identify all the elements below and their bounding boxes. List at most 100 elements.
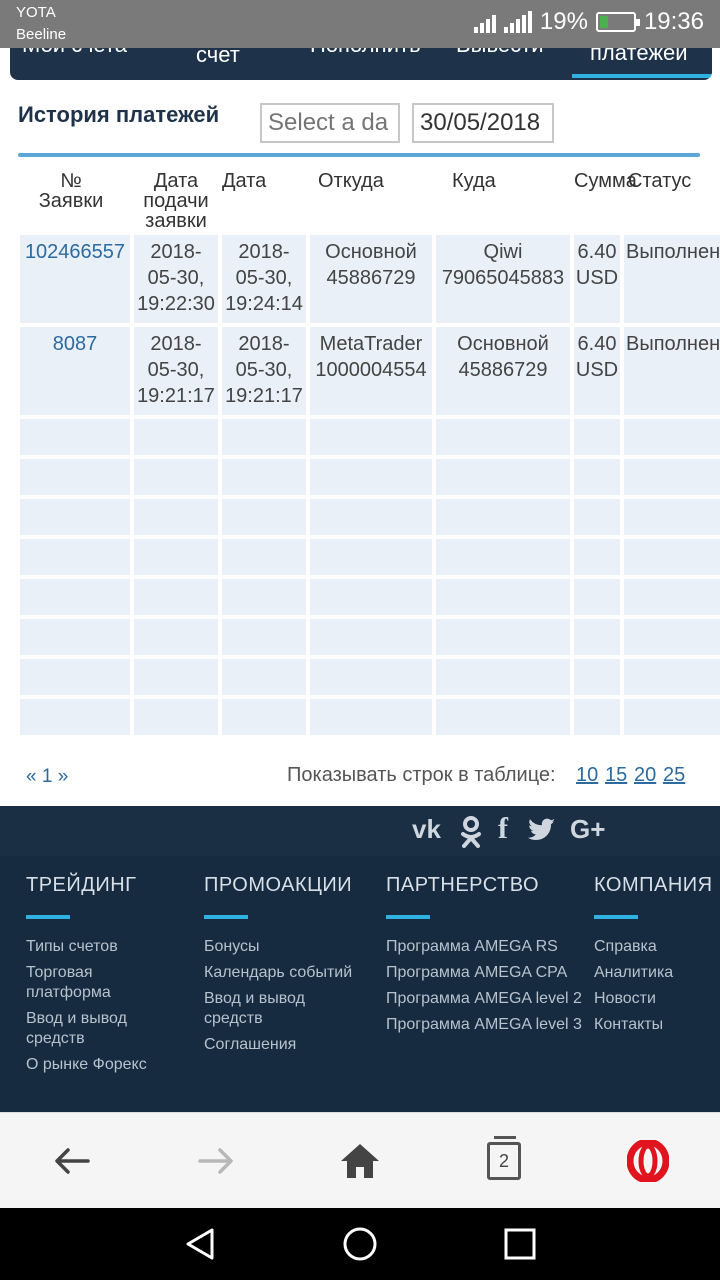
footer-heading: ТРЕЙДИНГ bbox=[26, 874, 137, 896]
footer-link[interactable]: Программа AMEGA CPA bbox=[386, 963, 584, 983]
submit-date-cell: 2018- 05-30, 19:21:17 bbox=[134, 327, 218, 415]
top-nav: Мои счета счет Пополнить Вывести платеже… bbox=[0, 48, 720, 84]
footer-link[interactable]: Программа AMEGA level 3 bbox=[386, 1015, 584, 1035]
google-plus-icon[interactable]: G+ bbox=[570, 814, 605, 845]
footer-link[interactable]: О рынке Форекс bbox=[26, 1055, 196, 1075]
home-icon[interactable] bbox=[330, 1113, 390, 1209]
tab-account[interactable]: счет bbox=[196, 48, 240, 68]
footer-link[interactable]: Календарь событий bbox=[204, 963, 379, 983]
to-cell: Основной 45886729 bbox=[436, 327, 570, 415]
col-header-from[interactable]: Откуда bbox=[310, 165, 432, 231]
status-bar: YOTA Beeline 19% 19:36 bbox=[0, 0, 720, 48]
tab-withdraw[interactable]: Вывести bbox=[456, 48, 544, 58]
to-cell: Qiwi 79065045883 bbox=[436, 235, 570, 323]
from-cell: MetaTrader 1000004554 bbox=[310, 327, 432, 415]
empty-row bbox=[20, 619, 720, 655]
status-cell: Выполнен bbox=[624, 235, 720, 323]
rows-per-page-label: Показывать строк в таблице: bbox=[287, 764, 556, 786]
battery-icon bbox=[595, 12, 640, 32]
submit-date-cell: 2018- 05-30, 19:22:30 bbox=[134, 235, 218, 323]
col-header-amount[interactable]: Сумма bbox=[574, 165, 637, 231]
footer-link[interactable]: Ввод и вывод средств bbox=[26, 1009, 156, 1049]
request-id-link[interactable]: 102466557 bbox=[25, 241, 125, 263]
empty-row bbox=[20, 499, 720, 535]
battery-percent: 19% bbox=[539, 8, 588, 35]
amount-cell: 6.40 USD bbox=[574, 327, 620, 415]
footer-heading-underline bbox=[204, 915, 248, 919]
footer-link[interactable]: Программа AMEGA level 2 bbox=[386, 989, 584, 1009]
footer-link[interactable]: Ввод и вывод средств bbox=[204, 989, 334, 1029]
browser-toolbar: 2 bbox=[0, 1112, 720, 1208]
footer-link[interactable]: Торговая платформа bbox=[26, 963, 136, 1003]
col-header-status[interactable]: Статус bbox=[624, 165, 720, 231]
footer-heading: КОМПАНИЯ bbox=[594, 874, 713, 896]
footer-col-promo: ПРОМОАКЦИИ Бонусы Календарь событий Ввод… bbox=[204, 874, 379, 1061]
opera-menu-icon[interactable] bbox=[618, 1113, 678, 1209]
table-row: 8087 2018- 05-30, 19:21:17 2018- 05-30, 19:2… bbox=[20, 327, 720, 415]
date-from-input[interactable] bbox=[260, 103, 400, 143]
nav-home-icon[interactable] bbox=[342, 1226, 378, 1262]
col-header-to[interactable]: Куда bbox=[436, 165, 570, 231]
footer-link[interactable]: Справка bbox=[594, 937, 716, 957]
footer-link[interactable]: Бонусы bbox=[204, 937, 379, 957]
status-cell: Выполнен bbox=[624, 327, 720, 415]
footer-col-trading: ТРЕЙДИНГ Типы счетов Торговая платформа … bbox=[26, 874, 196, 1081]
col-header-id[interactable]: № Заявки bbox=[20, 165, 130, 231]
clock: 19:36 bbox=[643, 8, 704, 35]
footer-link[interactable]: Новости bbox=[594, 989, 716, 1009]
signal-icon-2 bbox=[503, 11, 532, 33]
active-tab-indicator bbox=[572, 74, 712, 78]
footer-col-company: КОМПАНИЯ Справка Аналитика Новости Конта… bbox=[594, 874, 716, 1041]
tab-my-accounts[interactable]: Мои счета bbox=[22, 48, 127, 58]
tabs-button[interactable]: 2 bbox=[474, 1113, 534, 1209]
empty-row bbox=[20, 699, 720, 735]
twitter-icon[interactable] bbox=[528, 818, 556, 842]
footer-heading-underline bbox=[594, 915, 638, 919]
tab-count: 2 bbox=[487, 1136, 521, 1180]
footer-heading: ПРОМОАКЦИИ bbox=[204, 874, 353, 896]
table-top-border bbox=[18, 153, 700, 157]
pagination[interactable]: « 1 » bbox=[26, 766, 68, 788]
page-title: История платежей bbox=[18, 102, 220, 127]
footer-link[interactable]: Соглашения bbox=[204, 1035, 379, 1055]
from-cell: Основной 45886729 bbox=[310, 235, 432, 323]
rows-option-25[interactable]: 25 bbox=[663, 764, 685, 787]
date-to-input[interactable] bbox=[412, 103, 554, 143]
empty-row bbox=[20, 539, 720, 575]
forward-arrow-icon[interactable] bbox=[186, 1113, 246, 1209]
rows-option-10[interactable]: 10 bbox=[576, 764, 598, 787]
tab-payment-history[interactable]: платежей bbox=[590, 48, 688, 66]
back-arrow-icon[interactable] bbox=[42, 1113, 102, 1209]
footer-link[interactable]: Контакты bbox=[594, 1015, 716, 1035]
empty-row bbox=[20, 579, 720, 615]
rows-option-15[interactable]: 15 bbox=[605, 764, 627, 787]
request-id-link[interactable]: 8087 bbox=[53, 333, 98, 355]
carrier-name-2: Beeline bbox=[16, 26, 67, 43]
footer-link[interactable]: Аналитика bbox=[594, 963, 716, 983]
nav-back-icon[interactable] bbox=[182, 1226, 218, 1262]
facebook-icon[interactable]: f bbox=[498, 812, 508, 846]
vk-icon[interactable]: vk bbox=[412, 814, 441, 845]
social-bar: vk f G+ bbox=[0, 806, 720, 856]
odnoklassniki-icon[interactable] bbox=[460, 816, 482, 848]
android-nav-bar bbox=[0, 1208, 720, 1280]
footer: ТРЕЙДИНГ Типы счетов Торговая платформа … bbox=[0, 856, 720, 1112]
rows-option-20[interactable]: 20 bbox=[634, 764, 656, 787]
date-cell: 2018- 05-30, 19:21:17 bbox=[222, 327, 306, 415]
date-cell: 2018- 05-30, 19:24:14 bbox=[222, 235, 306, 323]
signal-icon bbox=[473, 11, 496, 33]
footer-col-partners: ПАРТНЕРСТВО Программа AMEGA RS Программа… bbox=[386, 874, 584, 1041]
table-row: 102466557 2018- 05-30, 19:22:30 2018- 05-30… bbox=[20, 235, 720, 323]
table-header-row: № Заявки Дата подачи заявки Дата Откуда … bbox=[20, 165, 720, 231]
col-header-date[interactable]: Дата bbox=[222, 165, 306, 231]
tab-deposit[interactable]: Пополнить bbox=[310, 48, 421, 58]
amount-cell: 6.40 USD bbox=[574, 235, 620, 323]
col-header-submit-date[interactable]: Дата подачи заявки bbox=[134, 165, 218, 231]
nav-recents-icon[interactable] bbox=[502, 1226, 538, 1262]
footer-heading: ПАРТНЕРСТВО bbox=[386, 874, 539, 896]
empty-row bbox=[20, 459, 720, 495]
footer-heading-underline bbox=[26, 915, 70, 919]
footer-link[interactable]: Программа AMEGA RS bbox=[386, 937, 584, 957]
footer-link[interactable]: Типы счетов bbox=[26, 937, 196, 957]
payments-table: № Заявки Дата подачи заявки Дата Откуда … bbox=[16, 161, 720, 739]
